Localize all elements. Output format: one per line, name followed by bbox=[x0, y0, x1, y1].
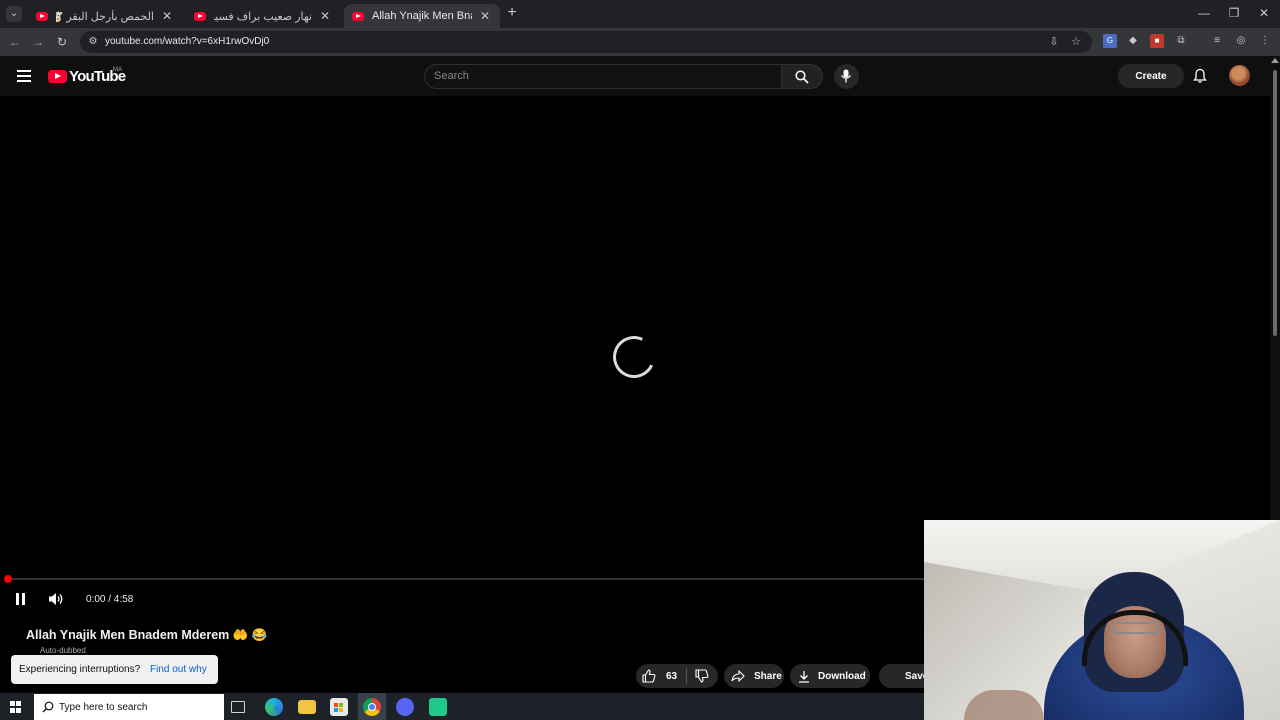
create-button[interactable]: Create bbox=[1118, 64, 1184, 88]
extensions-puzzle-icon[interactable]: ⧉ bbox=[1174, 34, 1188, 48]
like-divider bbox=[686, 668, 688, 684]
toast-message: Experiencing interruptions? bbox=[19, 664, 141, 675]
progress-bar[interactable] bbox=[8, 578, 924, 580]
profile-icon[interactable]: ◎ bbox=[1234, 34, 1248, 48]
share-label: Share bbox=[754, 670, 782, 682]
voice-search-button[interactable] bbox=[834, 64, 859, 89]
app-icon-green[interactable] bbox=[429, 698, 447, 716]
tab-search-button[interactable]: ⌄ bbox=[6, 6, 22, 22]
close-tab-icon[interactable]: ✕ bbox=[478, 9, 492, 23]
bookmark-star-icon[interactable]: ☆ bbox=[1069, 35, 1083, 49]
close-window-icon[interactable]: ✕ bbox=[1254, 4, 1274, 22]
save-label: Save bbox=[905, 670, 924, 682]
url-text[interactable]: youtube.com/watch?v=6xH1rwOvDj0 bbox=[105, 36, 269, 47]
notifications-bell-icon[interactable] bbox=[1192, 68, 1208, 84]
youtube-favicon-icon bbox=[352, 11, 364, 21]
restore-window-icon[interactable]: ❐ bbox=[1224, 4, 1244, 22]
browser-tab-3-active[interactable]: Allah Ynajik Men Bnadem Mderem ✕ bbox=[344, 4, 500, 28]
close-tab-icon[interactable]: ✕ bbox=[318, 9, 332, 23]
store-tile bbox=[339, 703, 343, 707]
like-dislike-group: 63 bbox=[636, 664, 718, 688]
download-icon bbox=[799, 670, 809, 683]
pause-icon bbox=[16, 593, 19, 605]
minimize-window-icon[interactable]: — bbox=[1194, 4, 1214, 22]
extension-diamond-icon[interactable]: ◆ bbox=[1126, 34, 1140, 48]
close-tab-icon[interactable]: ✕ bbox=[160, 9, 174, 23]
microphone-icon bbox=[840, 69, 852, 83]
browser-menu-icon[interactable]: ⋮ bbox=[1258, 34, 1272, 48]
search-box[interactable] bbox=[424, 64, 782, 89]
taskbar-search-placeholder: Type here to search bbox=[59, 702, 148, 713]
search-icon bbox=[795, 70, 809, 84]
share-button[interactable]: Share bbox=[724, 664, 784, 688]
media-controls-icon[interactable]: ≡ bbox=[1210, 34, 1224, 48]
new-tab-button[interactable]: + bbox=[504, 5, 520, 21]
tab-title: نهار صعيب براف فسيبيريا ❄️ جلـ... bbox=[214, 10, 312, 23]
store-tile bbox=[339, 708, 343, 712]
share-arrow-icon bbox=[731, 670, 745, 682]
file-explorer-icon[interactable] bbox=[298, 700, 316, 714]
youtube-favicon-icon bbox=[36, 11, 48, 21]
webcam-overlay bbox=[924, 520, 1280, 720]
search-input[interactable] bbox=[434, 70, 764, 82]
download-label: Download bbox=[818, 670, 866, 682]
youtube-favicon-icon bbox=[194, 11, 206, 21]
find-out-why-link[interactable]: Find out why bbox=[150, 664, 207, 675]
dislike-thumb-icon[interactable] bbox=[695, 669, 709, 683]
search-button[interactable] bbox=[781, 64, 823, 89]
pause-icon-bar bbox=[22, 593, 25, 605]
browser-tab-strip: ⌄ الحمص بأرجل البقر 🐮 و تقليم أ... ✕ نها… bbox=[0, 0, 1280, 28]
video-title: Allah Ynajik Men Bnadem Mderem 🤲 😂 bbox=[26, 628, 268, 642]
country-code: MA bbox=[113, 67, 122, 73]
taskbar-search-box[interactable]: Type here to search bbox=[34, 694, 224, 720]
guide-menu-icon[interactable] bbox=[17, 70, 31, 82]
microsoft-store-icon[interactable] bbox=[330, 698, 348, 716]
windows-taskbar: Type here to search bbox=[0, 693, 924, 720]
youtube-play-logo-icon bbox=[48, 69, 67, 83]
site-info-icon[interactable]: ⚙ bbox=[86, 35, 100, 49]
time-display: 0:00 / 4:58 bbox=[86, 594, 134, 605]
address-bar[interactable]: ⚙ youtube.com/watch?v=6xH1rwOvDj0 ⇩ ☆ bbox=[80, 31, 1092, 53]
scroll-up-arrow-icon[interactable] bbox=[1271, 58, 1279, 63]
store-tile bbox=[334, 708, 338, 712]
interruptions-toast: Experiencing interruptions? Find out why bbox=[11, 655, 218, 684]
search-icon bbox=[42, 701, 54, 713]
chrome-icon-center bbox=[368, 703, 376, 711]
like-thumb-icon[interactable] bbox=[642, 669, 656, 683]
reload-icon[interactable]: ↻ bbox=[54, 34, 70, 50]
scrollbar-thumb[interactable] bbox=[1273, 70, 1277, 336]
store-tile bbox=[334, 703, 338, 707]
install-app-icon[interactable]: ⇩ bbox=[1047, 35, 1061, 49]
progress-scrubber[interactable] bbox=[4, 575, 12, 583]
chrome-taskbar-active[interactable] bbox=[358, 693, 386, 720]
translate-extension-icon[interactable]: G bbox=[1103, 34, 1117, 48]
save-button[interactable]: Save bbox=[879, 664, 924, 688]
extension-red-icon[interactable]: ■ bbox=[1150, 34, 1164, 48]
download-button[interactable]: Download bbox=[790, 664, 870, 688]
pause-button[interactable] bbox=[16, 593, 26, 605]
task-view-icon[interactable] bbox=[231, 701, 245, 713]
like-count[interactable]: 63 bbox=[666, 671, 677, 682]
discord-icon[interactable] bbox=[396, 698, 414, 716]
browser-tab-1[interactable]: الحمص بأرجل البقر 🐮 و تقليم أ... ✕ bbox=[28, 4, 182, 28]
webcam-hand bbox=[964, 690, 1044, 720]
volume-icon[interactable] bbox=[48, 592, 64, 606]
tab-title: Allah Ynajik Men Bnadem Mderem bbox=[372, 10, 472, 22]
windows-start-icon[interactable] bbox=[10, 701, 22, 713]
auto-dubbed-badge: Auto-dubbed bbox=[40, 646, 86, 655]
tab-title: الحمص بأرجل البقر 🐮 و تقليم أ... bbox=[56, 10, 154, 23]
browser-toolbar: ← → ↻ ⚙ youtube.com/watch?v=6xH1rwOvDj0 … bbox=[0, 28, 1280, 56]
back-arrow-icon[interactable]: ← bbox=[7, 34, 23, 50]
browser-tab-2[interactable]: نهار صعيب براف فسيبيريا ❄️ جلـ... ✕ bbox=[186, 4, 340, 28]
account-avatar[interactable] bbox=[1229, 65, 1250, 86]
edge-browser-icon[interactable] bbox=[265, 698, 283, 716]
youtube-masthead: YouTube MA Create bbox=[0, 56, 1270, 96]
forward-arrow-icon[interactable]: → bbox=[30, 34, 46, 50]
